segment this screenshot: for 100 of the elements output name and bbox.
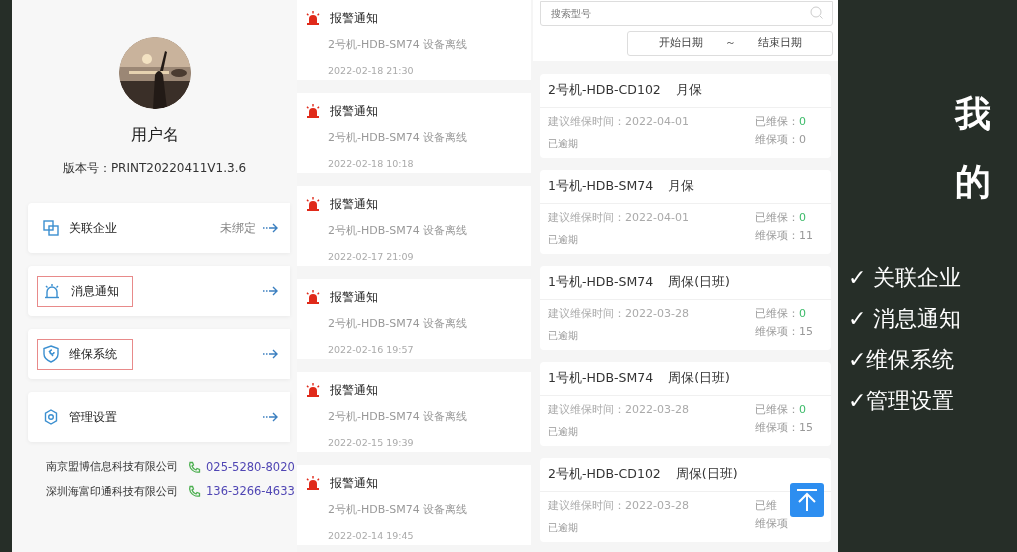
- maintenance-plan: 月保: [675, 81, 702, 100]
- alert-title: 报警通知: [330, 10, 378, 27]
- feature-item: ✓ 关联企业: [848, 263, 963, 292]
- completed-count-label: 已维保：: [755, 211, 799, 224]
- item-count-label: 维保项: [755, 516, 788, 530]
- menu-label: 关联企业: [69, 220, 117, 237]
- completed-count: 0: [799, 403, 806, 416]
- arrow-right-icon: [262, 412, 278, 422]
- settings-icon: [43, 409, 59, 425]
- item-count-label: 维保项：: [755, 228, 799, 242]
- completed-count: 0: [799, 211, 806, 224]
- maintenance-card[interactable]: 1号机-HDB-SM74 周保(日班) 建议维保时间：2022-03-28 已逾期 已维保：0 维保项：15: [540, 362, 831, 446]
- siren-icon: [306, 11, 320, 25]
- siren-icon: [306, 104, 320, 118]
- siren-icon: [306, 197, 320, 211]
- arrow-up-icon: [796, 488, 818, 512]
- maintenance-card[interactable]: 2号机-HDB-CD102 月保 建议维保时间：2022-04-01 已逾期 已维保：0 维保项：0: [540, 74, 831, 158]
- item-count: 0: [799, 132, 806, 146]
- maintenance-card[interactable]: 2号机-HDB-CD102 周保(日班) 建议维保时间：2022-03-28 已逾期 已维 维保项: [540, 458, 831, 542]
- machine-name: 1号机-HDB-SM74: [548, 273, 654, 292]
- machine-name: 1号机-HDB-SM74: [548, 369, 654, 388]
- suggested-date: 建议维保时间：2022-03-28: [548, 498, 690, 514]
- completed-count: 0: [799, 115, 806, 128]
- maintenance-plan: 周保(日班): [668, 273, 730, 292]
- completed-count-label: 已维保：: [755, 307, 799, 320]
- overdue-status: 已逾期: [548, 424, 579, 439]
- completed-count-label: 已维: [755, 499, 777, 512]
- end-date: 结束日期: [757, 35, 802, 52]
- alert-message: 2号机-HDB-SM74 设备离线: [328, 223, 469, 239]
- phone-icon: [188, 461, 201, 475]
- alert-title: 报警通知: [330, 382, 378, 399]
- arrow-right-icon: [262, 349, 278, 359]
- alert-card[interactable]: 报警通知 2号机-HDB-SM74 设备离线 2022-02-18 21:30: [297, 0, 531, 80]
- search-icon: [810, 6, 823, 19]
- menu-item[interactable]: 关联企业 未绑定: [28, 203, 290, 253]
- completed-count-label: 已维保：: [755, 403, 799, 416]
- alert-card[interactable]: 报警通知 2号机-HDB-SM74 设备离线 2022-02-16 19:57: [297, 279, 531, 359]
- alert-title: 报警通知: [330, 289, 378, 306]
- phone-link[interactable]: 025-5280-8020: [206, 459, 295, 477]
- overdue-status: 已逾期: [548, 328, 579, 343]
- alert-card[interactable]: 报警通知 2号机-HDB-SM74 设备离线 2022-02-14 19:45: [297, 465, 531, 545]
- company-name: 南京盟博信息科技有限公司: [46, 459, 179, 476]
- maintenance-card[interactable]: 1号机-HDB-SM74 月保 建议维保时间：2022-04-01 已逾期 已维保：0 维保项：11: [540, 170, 831, 254]
- phone-icon: [188, 485, 201, 499]
- siren-icon: [306, 290, 320, 304]
- menu-item[interactable]: 管理设置: [28, 392, 290, 442]
- alert-time: 2022-02-14 19:45: [328, 528, 415, 543]
- item-count: 15: [799, 324, 813, 338]
- alert-message: 2号机-HDB-SM74 设备离线: [328, 316, 469, 332]
- maintenance-plan: 周保(日班): [675, 465, 738, 484]
- item-count-label: 维保项：: [755, 420, 799, 434]
- menu-item[interactable]: 维保系统: [28, 329, 290, 379]
- item-count: 11: [799, 228, 813, 242]
- phone-link[interactable]: 136-3266-4633: [206, 483, 295, 501]
- completed-count-label: 已维保：: [755, 115, 799, 128]
- overlap-squares-icon: [43, 220, 59, 236]
- feature-item: ✓管理设置: [848, 386, 956, 415]
- maintenance-plan: 周保(日班): [668, 369, 730, 388]
- shield-wrench-icon: [43, 345, 59, 363]
- start-date: 开始日期: [658, 35, 703, 52]
- username: 用户名: [130, 124, 179, 146]
- machine-name: 2号机-HDB-CD102: [548, 465, 661, 484]
- alert-time: 2022-02-16 19:57: [328, 342, 415, 357]
- menu-label: 管理设置: [69, 409, 117, 426]
- overdue-status: 已逾期: [548, 136, 579, 151]
- arrow-right-icon: [262, 286, 278, 296]
- menu-label: 消息通知: [71, 283, 119, 300]
- back-to-top-button[interactable]: [790, 483, 824, 517]
- item-count-label: 维保项：: [755, 324, 799, 338]
- alert-card[interactable]: 报警通知 2号机-HDB-SM74 设备离线 2022-02-18 10:18: [297, 93, 531, 173]
- alert-card[interactable]: 报警通知 2号机-HDB-SM74 设备离线 2022-02-15 19:39: [297, 372, 531, 452]
- alert-message: 2号机-HDB-SM74 设备离线: [328, 409, 469, 425]
- alert-title: 报警通知: [330, 475, 378, 492]
- maintenance-card[interactable]: 1号机-HDB-SM74 周保(日班) 建议维保时间：2022-03-28 已逾期 已维保：0 维保项：15: [540, 266, 831, 350]
- alert-card[interactable]: 报警通知 2号机-HDB-SM74 设备离线 2022-02-17 21:09: [297, 186, 531, 266]
- item-count-label: 维保项：: [755, 132, 799, 146]
- alert-time: 2022-02-17 21:09: [328, 249, 415, 264]
- siren-icon: [306, 476, 320, 490]
- item-count: 15: [799, 420, 813, 434]
- alert-title: 报警通知: [330, 103, 378, 120]
- menu-value: 未绑定: [220, 220, 256, 237]
- date-range-field[interactable]: 开始日期 ～ 结束日期: [627, 31, 833, 56]
- machine-name: 1号机-HDB-SM74: [548, 177, 654, 196]
- menu-item[interactable]: 消息通知: [28, 266, 290, 316]
- alert-message: 2号机-HDB-SM74 设备离线: [328, 502, 469, 518]
- maintenance-plan: 月保: [668, 177, 695, 196]
- search-field[interactable]: 搜索型号: [540, 1, 833, 26]
- overdue-status: 已逾期: [548, 520, 579, 535]
- feature-item: ✓维保系统: [848, 345, 956, 374]
- alarm-light-icon: [43, 283, 61, 299]
- caption-title: 我的: [955, 92, 991, 205]
- menu-label: 维保系统: [69, 346, 117, 363]
- alert-time: 2022-02-18 21:30: [328, 63, 415, 78]
- suggested-date: 建议维保时间：2022-03-28: [548, 402, 690, 418]
- alert-message: 2号机-HDB-SM74 设备离线: [328, 37, 469, 53]
- completed-count: 0: [799, 307, 806, 320]
- alert-time: 2022-02-15 19:39: [328, 435, 415, 450]
- range-separator: ～: [724, 35, 736, 52]
- company-name: 深圳海富印通科技有限公司: [46, 483, 179, 500]
- alert-title: 报警通知: [330, 196, 378, 213]
